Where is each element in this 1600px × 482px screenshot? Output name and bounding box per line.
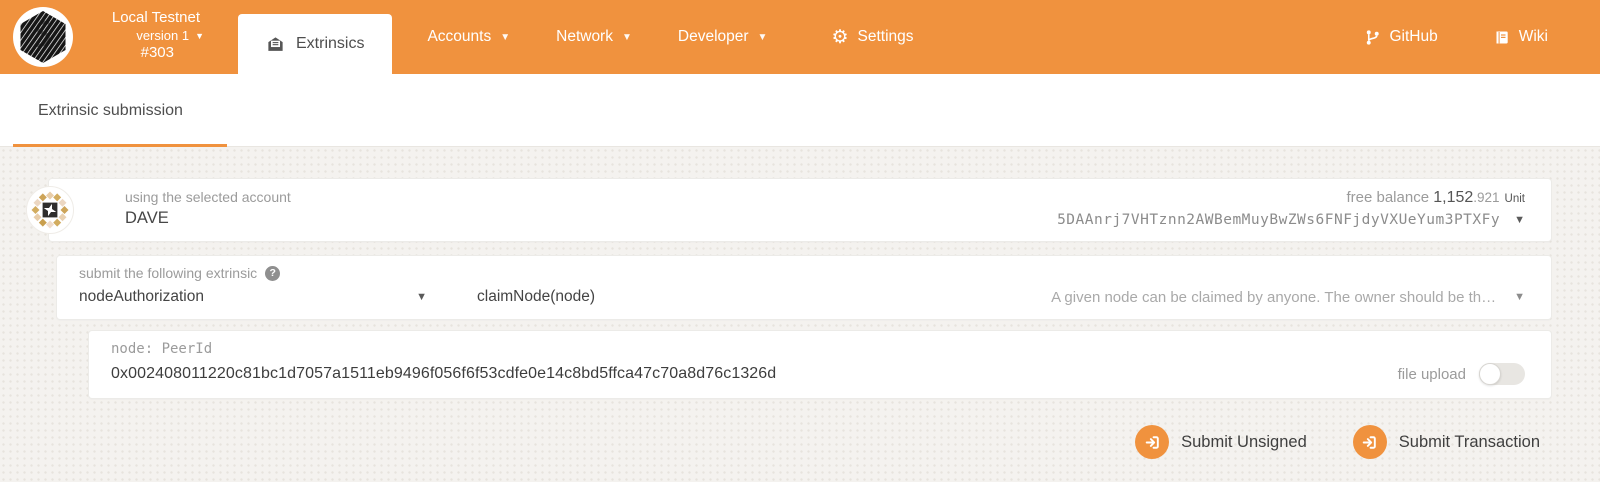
substrate-logo-icon[interactable] (13, 7, 73, 67)
account-select-right: free balance 1,152.921 Unit 5DAAnrj7VHTzn… (1057, 189, 1525, 228)
balance-unit: Unit (1504, 193, 1525, 205)
actions-row: Submit Unsigned Submit Transaction (0, 425, 1540, 459)
account-select-left: using the selected account DAVE (125, 189, 291, 228)
free-balance: free balance 1,152.921 Unit (1346, 189, 1525, 206)
account-address-dropdown[interactable]: 5DAAnrj7VHTznn2AWBemMuyBwZWs6FNFjdyVXUeY… (1057, 212, 1525, 228)
chevron-down-icon: ▼ (500, 31, 511, 43)
chevron-down-icon: ▼ (621, 31, 632, 43)
sign-in-icon (1135, 425, 1170, 459)
chevron-down-icon: ▼ (416, 291, 427, 303)
chain-version[interactable]: version 1 ▼ (82, 28, 204, 44)
account-address: 5DAAnrj7VHTznn2AWBemMuyBwZWs6FNFjdyVXUeY… (1057, 212, 1501, 228)
param-label: node: PeerId (111, 341, 213, 357)
chevron-down-icon: ▼ (195, 30, 204, 41)
nav-item-settings[interactable]: ⚙ Settings (808, 0, 936, 74)
page-tab-bar: Extrinsic submission (0, 74, 1600, 147)
extrinsic-select-card: submit the following extrinsic ? nodeAut… (56, 255, 1552, 320)
tab-extrinsics-label: Extrinsics (296, 35, 365, 52)
envelope-open-text-icon (266, 35, 285, 54)
method-dropdown[interactable]: A given node can be claimed by anyone. T… (1051, 289, 1525, 306)
gears-icon: ⚙ (831, 26, 849, 48)
header-links: GitHub Wiki (1365, 0, 1600, 74)
chevron-down-icon: ▼ (757, 31, 768, 43)
best-block-number: #303 (140, 44, 174, 61)
extrinsic-select-label: submit the following extrinsic (79, 265, 258, 281)
extrinsics-page: using the selected account DAVE free bal… (0, 147, 1600, 482)
pallet-name: nodeAuthorization (79, 288, 204, 305)
chain-info[interactable]: Local Testnet version 1 ▼ #303 (82, 9, 204, 74)
chevron-down-icon: ▼ (1514, 291, 1525, 303)
pallet-dropdown[interactable]: nodeAuthorization ▼ (79, 288, 427, 306)
toggle-knob (1479, 363, 1501, 385)
sign-in-icon (1352, 425, 1387, 459)
top-navigation: Accounts ▼ Network ▼ Developer ▼ ⚙ Settings (404, 0, 936, 74)
github-link[interactable]: GitHub (1365, 28, 1438, 46)
active-tab-underline (13, 144, 227, 147)
nav-item-developer[interactable]: Developer ▼ (655, 0, 791, 74)
tab-extrinsics[interactable]: Extrinsics (238, 14, 393, 74)
submit-unsigned-label: Submit Unsigned (1181, 432, 1307, 451)
submit-transaction-button[interactable]: Submit Transaction (1352, 425, 1540, 459)
book-icon (1494, 29, 1510, 46)
file-upload-toggle[interactable] (1479, 363, 1525, 385)
balance-integer: 1,152 (1433, 189, 1474, 206)
tab-extrinsic-submission[interactable]: Extrinsic submission (38, 102, 183, 120)
chain-name: Local Testnet (111, 9, 200, 26)
file-upload-label: file upload (1397, 365, 1466, 383)
file-upload-control: file upload (1398, 363, 1525, 385)
wiki-link[interactable]: Wiki (1494, 28, 1548, 46)
balance-decimals: .921 (1473, 190, 1500, 205)
account-select-label: using the selected account (125, 189, 291, 205)
account-identicon[interactable] (26, 186, 74, 234)
chevron-down-icon: ▼ (1514, 214, 1525, 226)
nav-item-accounts[interactable]: Accounts ▼ (404, 0, 533, 74)
app-header: Local Testnet version 1 ▼ #303 Extrinsics… (0, 0, 1600, 74)
help-icon[interactable]: ? (265, 265, 281, 281)
account-name: DAVE (125, 209, 169, 227)
param-card: node: PeerId 0x002408011220c81bc1d7057a1… (88, 330, 1552, 399)
submit-unsigned-button[interactable]: Submit Unsigned (1135, 425, 1307, 459)
code-branch-icon (1365, 29, 1380, 46)
method-name: claimNode(node) (477, 288, 596, 305)
param-value-input[interactable]: 0x002408011220c81bc1d7057a1511eb9496f056… (111, 365, 776, 383)
method-description: A given node can be claimed by anyone. T… (1051, 288, 1497, 306)
submit-transaction-label: Submit Transaction (1398, 432, 1540, 451)
nav-item-network[interactable]: Network ▼ (533, 0, 655, 74)
account-select-card[interactable]: using the selected account DAVE free bal… (26, 178, 1552, 242)
